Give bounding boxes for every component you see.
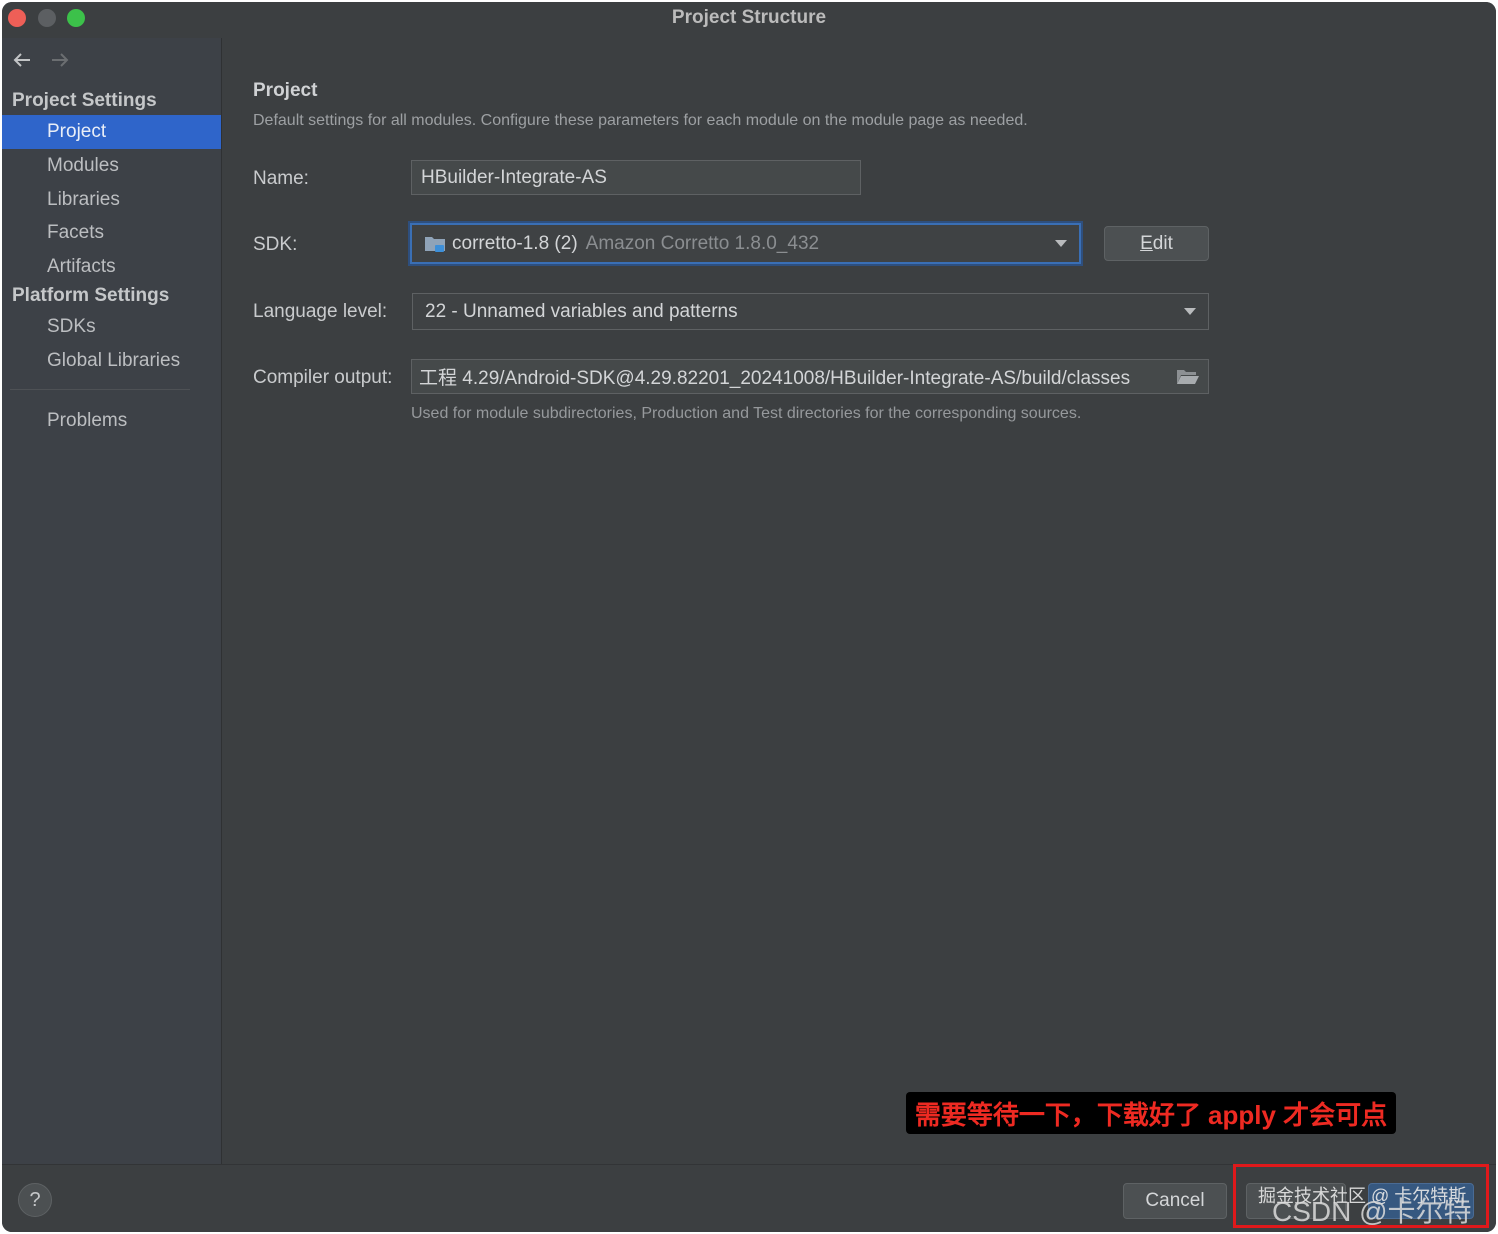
page-description: Default settings for all modules. Config…	[253, 112, 1028, 129]
sidebar-item-modules[interactable]: Modules	[2, 149, 221, 183]
title-bar: Project Structure	[2, 2, 1496, 38]
help-button[interactable]: ?	[18, 1183, 52, 1217]
back-arrow-icon[interactable]	[10, 48, 34, 72]
sidebar-item-problems[interactable]: Problems	[2, 404, 221, 438]
chevron-down-icon	[1184, 307, 1196, 315]
compiler-output-value: 工程 4.29/Android-SDK@4.29.82201_20241008/…	[419, 368, 1131, 389]
page-title: Project	[253, 80, 318, 101]
sidebar-item-artifacts[interactable]: Artifacts	[2, 250, 221, 284]
sidebar-item-project[interactable]: Project	[2, 115, 221, 149]
sdk-label: SDK:	[253, 234, 298, 255]
sidebar-item-libraries[interactable]: Libraries	[2, 183, 221, 217]
language-level-value: 22 - Unnamed variables and patterns	[425, 300, 738, 322]
watermark-csdn: CSDN @卡尔特斯	[1272, 1196, 1472, 1227]
sdk-value: corretto-1.8 (2)	[452, 232, 578, 254]
name-input[interactable]: HBuilder-Integrate-AS	[411, 160, 861, 195]
browse-folder-icon[interactable]	[1176, 367, 1200, 387]
sidebar-item-facets[interactable]: Facets	[2, 216, 221, 250]
window-title: Project Structure	[671, 7, 827, 28]
sdk-dropdown[interactable]: corretto-1.8 (2) Amazon Corretto 1.8.0_4…	[410, 223, 1081, 264]
edit-sdk-button[interactable]: Edit	[1104, 226, 1209, 261]
annotation-note: 需要等待一下，下载好了 apply 才会可点	[906, 1092, 1396, 1134]
compiler-output-label: Compiler output:	[253, 367, 393, 388]
section-title-platform-settings: Platform Settings	[12, 285, 170, 306]
sidebar-item-sdks[interactable]: SDKs	[2, 310, 221, 344]
section-title-project-settings: Project Settings	[12, 90, 157, 111]
compiler-output-hint: Used for module subdirectories, Producti…	[411, 405, 1082, 422]
sdk-folder-icon	[425, 236, 445, 252]
language-level-label: Language level:	[253, 301, 388, 322]
name-value: HBuilder-Integrate-AS	[421, 166, 607, 188]
project-settings-panel: Project Default settings for all modules…	[223, 38, 1496, 1164]
name-label: Name:	[253, 168, 309, 189]
sidebar-item-global-libraries[interactable]: Global Libraries	[2, 344, 221, 378]
sdk-detail: Amazon Corretto 1.8.0_432	[585, 232, 820, 254]
project-structure-window: Project Structure Project Settings Proje…	[2, 2, 1496, 1232]
compiler-output-input[interactable]: 工程 4.29/Android-SDK@4.29.82201_20241008/…	[411, 359, 1209, 394]
language-level-dropdown[interactable]: 22 - Unnamed variables and patterns	[412, 293, 1209, 330]
cancel-button[interactable]: Cancel	[1123, 1183, 1227, 1219]
sidebar-divider	[10, 389, 190, 390]
forward-arrow-icon[interactable]	[48, 48, 72, 72]
sidebar: Project Settings Project Modules Librari…	[2, 38, 222, 1164]
chevron-down-icon	[1055, 239, 1067, 247]
